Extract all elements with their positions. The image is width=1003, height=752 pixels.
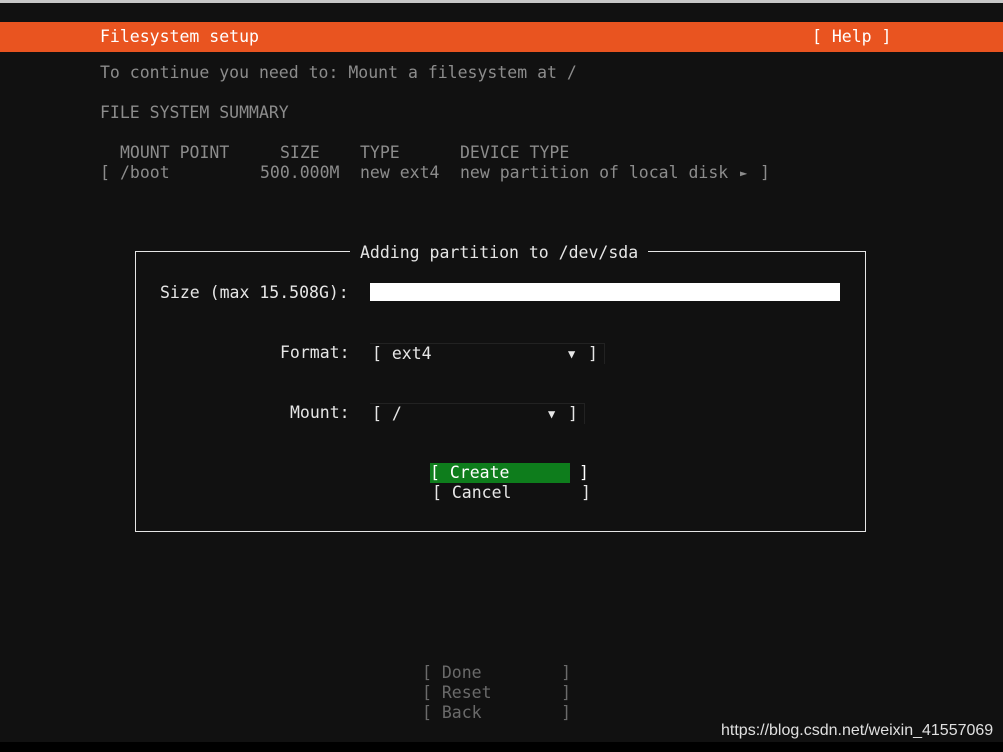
cancel-button[interactable]: [ Cancel ] bbox=[432, 483, 591, 503]
help-button[interactable]: [ Help ] bbox=[812, 27, 891, 47]
row-mount: /boot bbox=[120, 163, 170, 182]
done-button[interactable]: [ Done ] bbox=[422, 663, 571, 683]
reset-button[interactable]: [ Reset ] bbox=[422, 683, 571, 703]
row-type: new ext4 bbox=[360, 163, 440, 182]
size-input[interactable] bbox=[370, 283, 840, 301]
format-close-bracket: ] bbox=[588, 344, 598, 363]
window-top-border bbox=[0, 0, 1003, 3]
row-open-bracket: [ bbox=[100, 163, 110, 182]
chevron-down-icon: ▼ bbox=[548, 407, 556, 421]
column-device-type: DEVICE TYPE bbox=[460, 143, 570, 162]
watermark: https://blog.csdn.net/weixin_41557069 bbox=[721, 722, 994, 739]
back-button[interactable]: [ Back ] bbox=[422, 703, 571, 723]
row-close-bracket: ] bbox=[760, 163, 770, 182]
format-value: [ ext4 bbox=[372, 344, 432, 363]
instruction-text: To continue you need to: Mount a filesys… bbox=[100, 63, 577, 82]
mount-close-bracket: ] bbox=[568, 404, 578, 423]
column-size: SIZE bbox=[280, 143, 320, 162]
format-label: Format: bbox=[280, 343, 350, 362]
summary-heading: FILE SYSTEM SUMMARY bbox=[100, 103, 289, 122]
column-mount-point: MOUNT POINT bbox=[120, 143, 230, 162]
format-select[interactable]: [ ext4 ▼ ] bbox=[370, 343, 605, 364]
mount-select[interactable]: [ / ▼ ] bbox=[370, 403, 585, 424]
dialog-title: Adding partition to /dev/sda bbox=[350, 243, 649, 263]
row-arrow-icon: ► bbox=[740, 166, 748, 180]
column-type: TYPE bbox=[360, 143, 400, 162]
row-device-type: new partition of local disk bbox=[460, 163, 729, 182]
chevron-down-icon: ▼ bbox=[568, 347, 576, 361]
window-bottom-border bbox=[0, 742, 1003, 752]
create-button[interactable]: [ Create ] bbox=[430, 463, 589, 483]
page-title: Filesystem setup bbox=[100, 27, 259, 46]
mount-label: Mount: bbox=[290, 403, 350, 422]
size-label: Size (max 15.508G): bbox=[160, 283, 349, 302]
mount-value: [ / bbox=[372, 404, 402, 423]
row-size: 500.000M bbox=[260, 163, 340, 182]
header-bar: Filesystem setup [ Help ] bbox=[0, 22, 1003, 52]
